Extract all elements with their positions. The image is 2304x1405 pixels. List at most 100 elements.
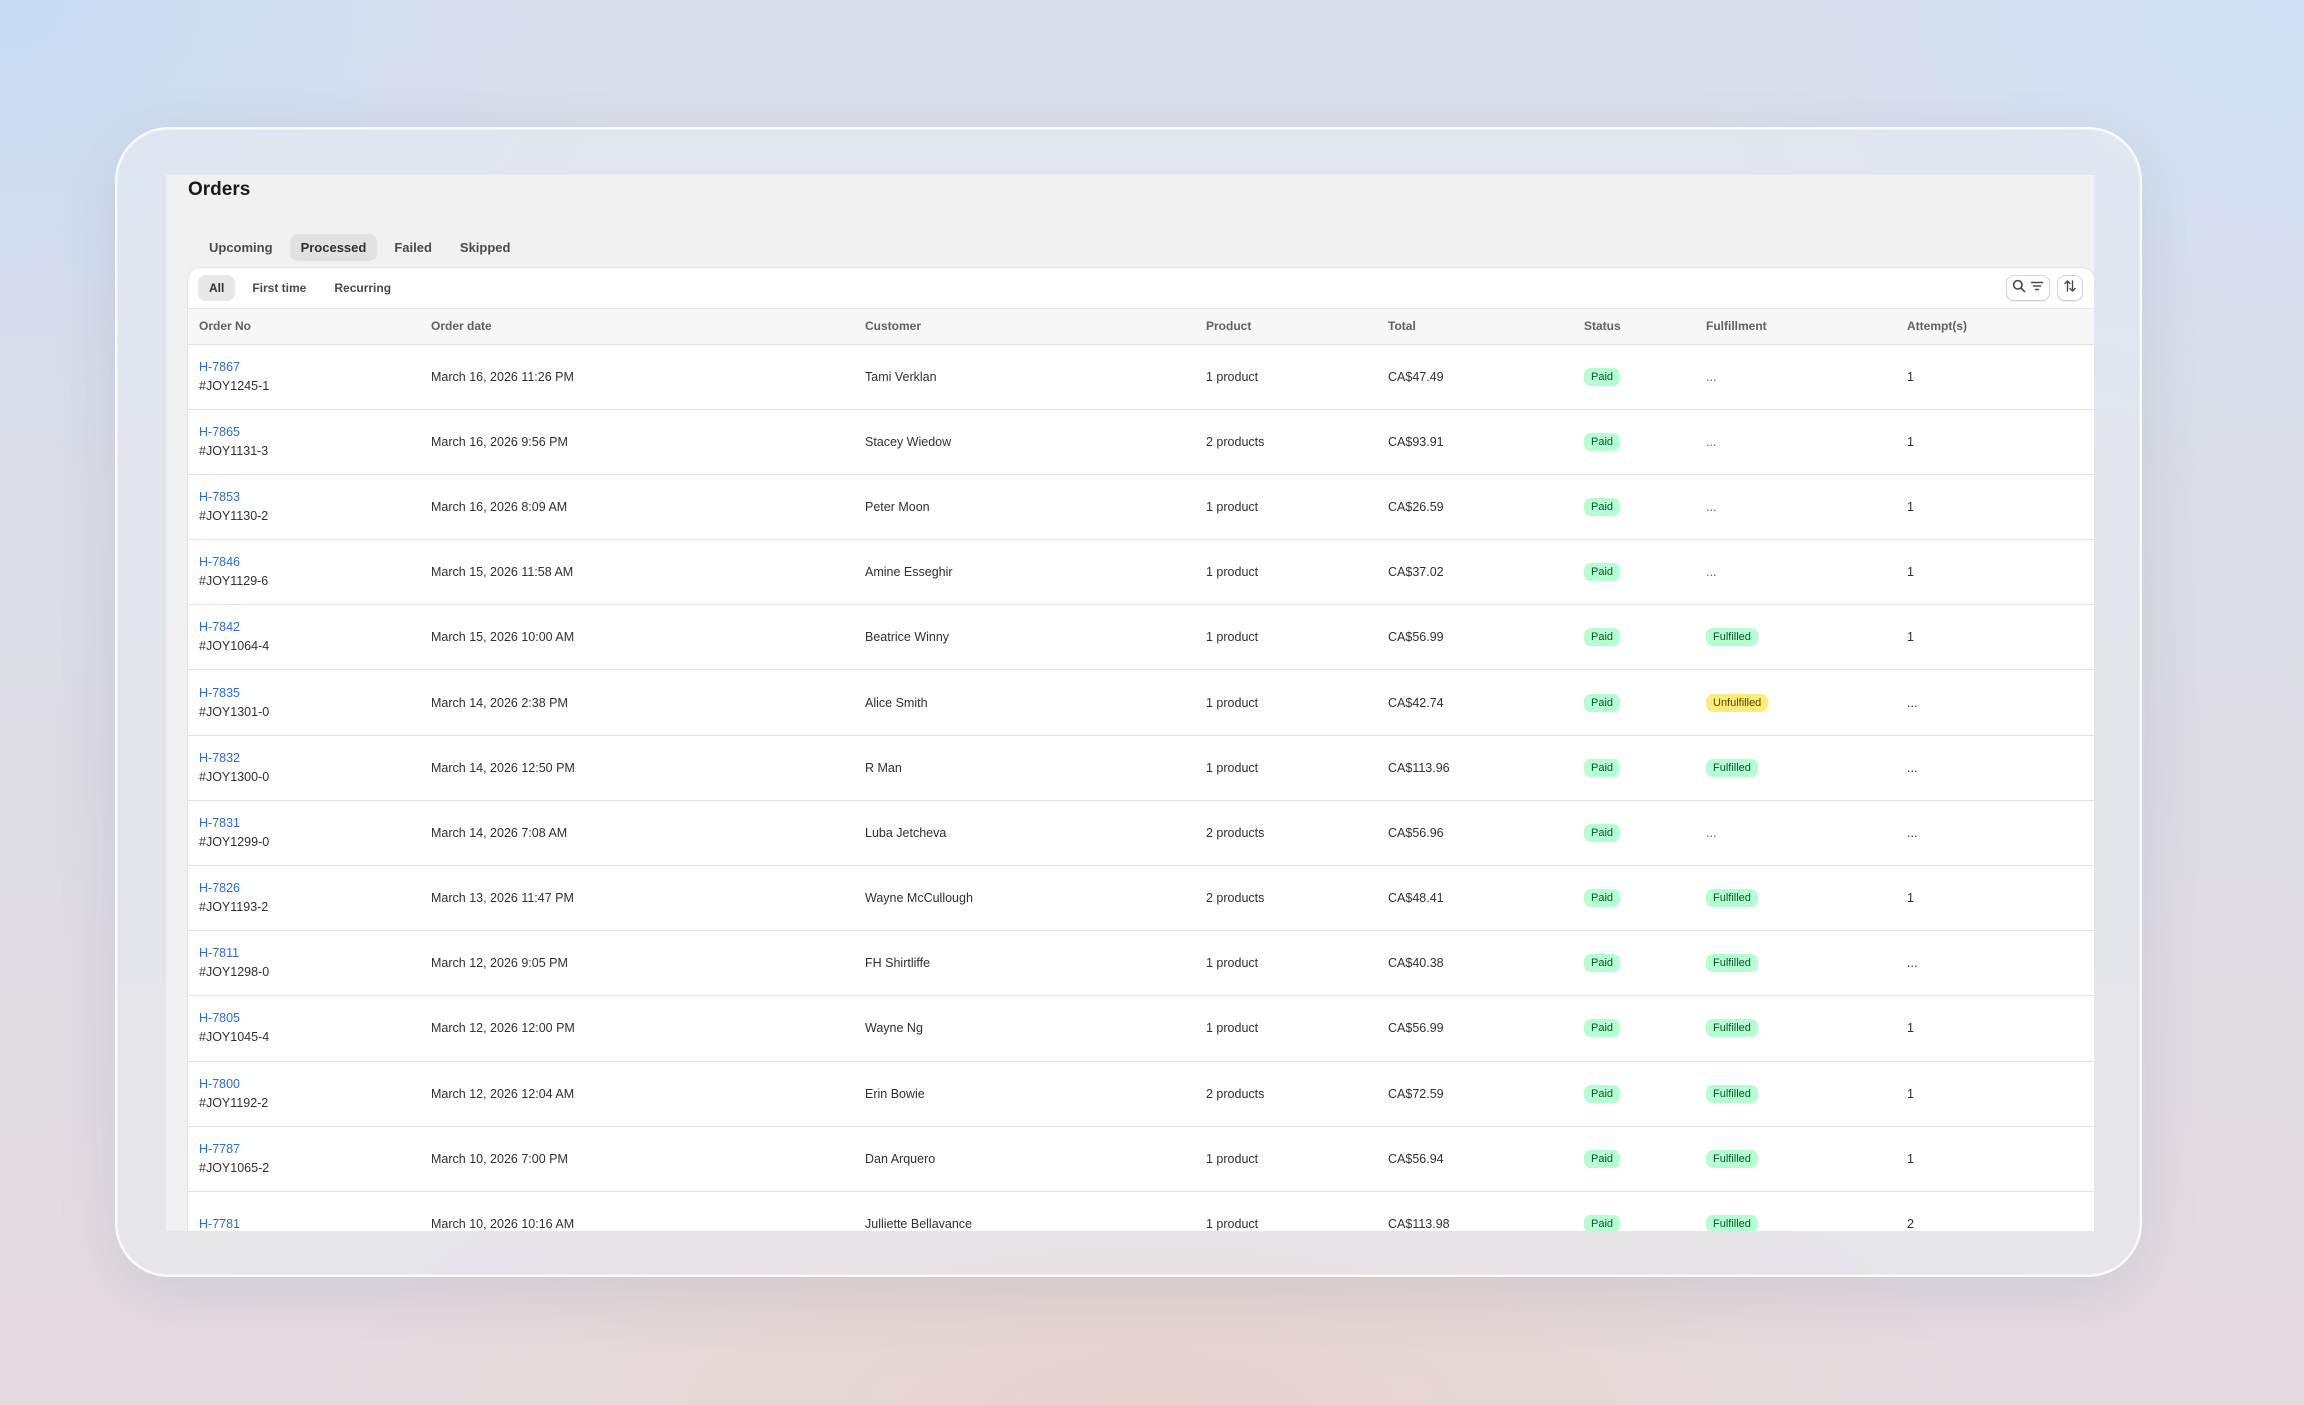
order-link[interactable]: H-7835 (199, 684, 420, 703)
order-link[interactable]: H-7846 (199, 553, 420, 572)
table-row[interactable]: H-7787 #JOY1065-2 March 10, 2026 7:00 PM Da… (188, 1126, 2094, 1192)
order-date-cell: March 10, 2026 7:00 PM (431, 1151, 568, 1166)
customer-cell: Wayne McCullough (865, 891, 973, 906)
search-filter-button[interactable] (2006, 275, 2050, 301)
status-cell: Paid (1573, 996, 1695, 1061)
table-row[interactable]: H-7867 #JOY1245-1 March 16, 2026 11:26 PM T… (188, 344, 2094, 410)
column-header-customer[interactable]: Customer (854, 309, 1195, 345)
view-filters: All First time Recurring (198, 275, 402, 301)
customer-cell: Peter Moon (865, 499, 930, 514)
status-badge: Paid (1584, 563, 1621, 582)
order-date-cell: March 12, 2026 12:00 PM (431, 1021, 575, 1036)
order-link[interactable]: H-7787 (199, 1140, 420, 1159)
order-link[interactable]: H-7867 (199, 358, 420, 377)
order-tabs: Upcoming Processed Failed Skipped (198, 234, 521, 261)
attempts-cell: 1 (1907, 1086, 1914, 1101)
status-cell: Paid (1573, 1126, 1695, 1191)
table-row[interactable]: H-7831 #JOY1299-0 March 14, 2026 7:08 AM Lu… (188, 800, 2094, 866)
attempts-cell: 1 (1907, 1021, 1914, 1036)
fulfillment-badge: Fulfilled (1706, 954, 1758, 973)
table-row[interactable]: H-7781 March 10, 2026 10:16 AM Julliette B… (188, 1191, 2094, 1231)
column-header-order-no[interactable]: Order No (188, 309, 420, 345)
order-link[interactable]: H-7826 (199, 879, 420, 898)
order-reference: #JOY1300-0 (199, 769, 270, 784)
tab-upcoming[interactable]: Upcoming (198, 234, 284, 261)
tab-processed[interactable]: Processed (289, 234, 378, 261)
order-no-cell: H-7832 #JOY1300-0 (188, 735, 420, 800)
column-header-order-date[interactable]: Order date (420, 309, 854, 345)
fulfillment-badge: Fulfilled (1706, 1019, 1758, 1038)
order-date-cell: March 14, 2026 12:50 PM (431, 760, 575, 775)
fulfillment-cell: Fulfilled (1695, 1061, 1896, 1126)
order-reference: #JOY1298-0 (199, 965, 270, 980)
fulfillment-cell: ... (1695, 474, 1896, 539)
column-header-product[interactable]: Product (1195, 309, 1377, 345)
column-header-status[interactable]: Status (1573, 309, 1695, 345)
status-badge: Paid (1584, 954, 1621, 973)
order-date-cell: March 15, 2026 11:58 AM (431, 565, 574, 580)
order-link[interactable]: H-7853 (199, 488, 420, 507)
total-cell: CA$47.49 (1388, 369, 1444, 384)
table-row[interactable]: H-7811 #JOY1298-0 March 12, 2026 9:05 PM FH… (188, 931, 2094, 996)
customer-cell: Julliette Bellavance (865, 1217, 973, 1231)
filter-recurring[interactable]: Recurring (323, 275, 402, 301)
filter-all[interactable]: All (198, 275, 236, 301)
table-row[interactable]: H-7865 #JOY1131-3 March 16, 2026 9:56 PM St… (188, 409, 2094, 475)
table-row[interactable]: H-7835 #JOY1301-0 March 14, 2026 2:38 PM Al… (188, 670, 2094, 736)
sort-button[interactable] (2057, 275, 2083, 301)
filter-first-time[interactable]: First time (241, 275, 317, 301)
status-badge: Paid (1584, 497, 1621, 516)
column-header-total[interactable]: Total (1377, 309, 1573, 345)
customer-cell: Luba Jetcheva (865, 825, 947, 840)
table-row[interactable]: H-7846 #JOY1129-6 March 15, 2026 11:58 AM A… (188, 540, 2094, 605)
tab-failed[interactable]: Failed (383, 234, 443, 261)
order-no-cell: H-7781 (188, 1191, 420, 1231)
table-row[interactable]: H-7826 #JOY1193-2 March 13, 2026 11:47 PM W… (188, 866, 2094, 931)
column-header-fulfillment[interactable]: Fulfillment (1695, 309, 1896, 345)
fulfillment-badge: Fulfilled (1706, 1149, 1758, 1168)
total-cell: CA$56.99 (1388, 630, 1444, 645)
order-no-cell: H-7787 #JOY1065-2 (188, 1126, 420, 1191)
sort-arrows-icon (2063, 279, 2077, 298)
customer-cell: R Man (865, 760, 902, 775)
table-row[interactable]: H-7805 #JOY1045-4 March 12, 2026 12:00 PM W… (188, 996, 2094, 1062)
table-row[interactable]: H-7800 #JOY1192-2 March 12, 2026 12:04 AM E… (188, 1061, 2094, 1127)
fulfillment-badge: Fulfilled (1706, 628, 1758, 647)
orders-table: Order No Order date Customer Product Tot… (188, 309, 2094, 1231)
table-row[interactable]: H-7853 #JOY1130-2 March 16, 2026 8:09 AM Pe… (188, 474, 2094, 540)
attempts-cell: 1 (1907, 369, 1914, 384)
order-no-cell: H-7831 #JOY1299-0 (188, 800, 420, 865)
customer-cell: Alice Smith (865, 695, 928, 710)
order-link[interactable]: H-7781 (199, 1215, 420, 1231)
order-no-cell: H-7846 #JOY1129-6 (188, 540, 420, 605)
order-link[interactable]: H-7865 (199, 423, 420, 442)
status-cell: Paid (1573, 409, 1695, 474)
order-date-cell: March 14, 2026 2:38 PM (431, 695, 568, 710)
fulfillment-cell: Fulfilled (1695, 1126, 1896, 1191)
table-row[interactable]: H-7832 #JOY1300-0 March 14, 2026 12:50 PM R… (188, 735, 2094, 801)
total-cell: CA$93.91 (1388, 434, 1444, 449)
order-link[interactable]: H-7811 (199, 944, 420, 963)
column-header-attempts[interactable]: Attempt(s) (1896, 309, 2094, 345)
order-reference: #JOY1192-2 (199, 1095, 269, 1110)
order-link[interactable]: H-7832 (199, 749, 420, 768)
order-reference: #JOY1301-0 (199, 704, 270, 719)
order-link[interactable]: H-7805 (199, 1009, 420, 1028)
fulfillment-badge: Fulfilled (1706, 758, 1758, 777)
order-link[interactable]: H-7842 (199, 618, 420, 637)
order-link[interactable]: H-7831 (199, 814, 420, 833)
fulfillment-badge: Fulfilled (1706, 1215, 1758, 1231)
customer-cell: Wayne Ng (865, 1021, 923, 1036)
attempts-cell: ... (1907, 695, 1918, 710)
fulfillment-badge: Fulfilled (1706, 1084, 1758, 1103)
total-cell: CA$72.59 (1388, 1086, 1444, 1101)
tab-skipped[interactable]: Skipped (449, 234, 522, 261)
total-cell: CA$48.41 (1388, 891, 1444, 906)
table-row[interactable]: H-7842 #JOY1064-4 March 15, 2026 10:00 AM B… (188, 605, 2094, 670)
total-cell: CA$42.74 (1388, 695, 1444, 710)
order-link[interactable]: H-7800 (199, 1075, 420, 1094)
product-cell: 1 product (1206, 499, 1259, 514)
status-cell: Paid (1573, 474, 1695, 539)
fulfillment-placeholder: ... (1706, 434, 1717, 449)
status-badge: Paid (1584, 367, 1621, 386)
